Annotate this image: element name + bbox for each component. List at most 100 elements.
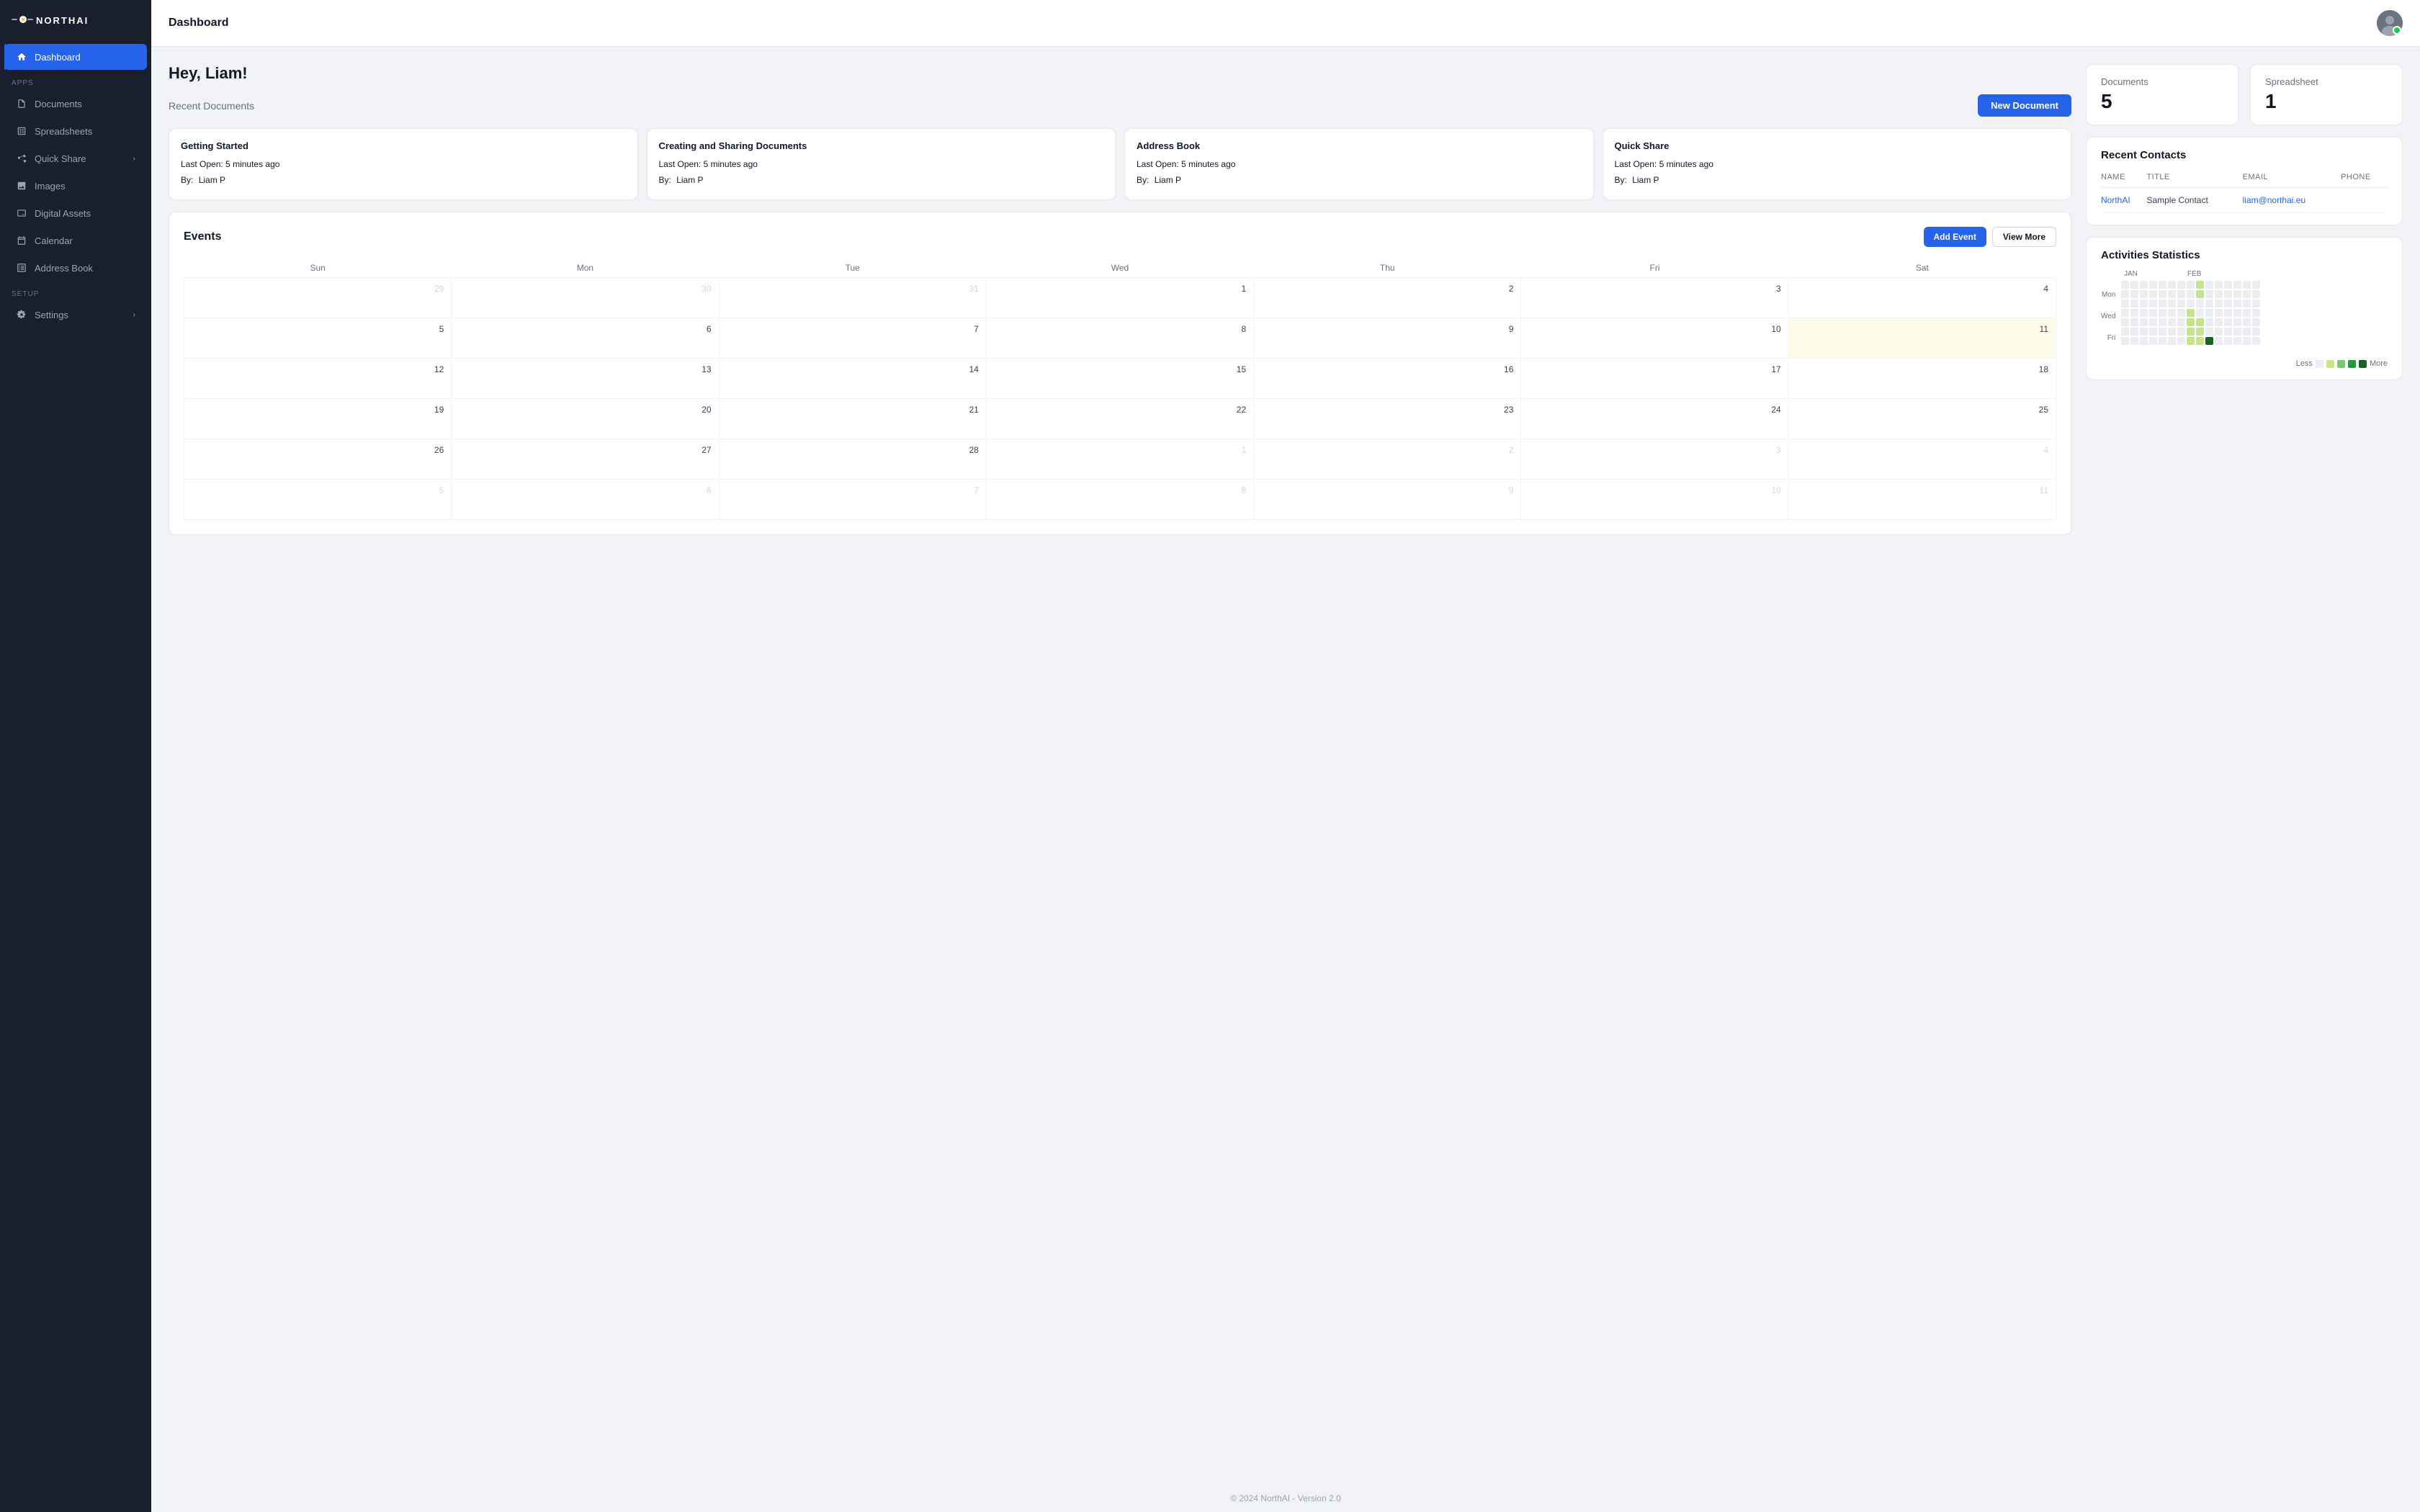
- cal-day[interactable]: 4: [1788, 278, 2056, 318]
- cal-day[interactable]: 6: [452, 318, 719, 359]
- cal-day[interactable]: 24: [1521, 399, 1788, 439]
- doc-card-meta: Last Open: 5 minutes ago By: Liam P: [1615, 157, 2060, 188]
- doc-card-0[interactable]: Getting Started Last Open: 5 minutes ago…: [169, 128, 638, 200]
- cal-day[interactable]: 15: [986, 359, 1253, 399]
- heatmap-cell: [2159, 309, 2166, 317]
- cal-day[interactable]: 28: [719, 439, 986, 480]
- cal-day[interactable]: 30: [452, 278, 719, 318]
- cal-day[interactable]: 7: [719, 318, 986, 359]
- cal-day[interactable]: 23: [1254, 399, 1521, 439]
- cal-day[interactable]: 8: [986, 480, 1253, 520]
- avatar[interactable]: [2377, 10, 2403, 36]
- cal-day[interactable]: 19: [184, 399, 452, 439]
- sidebar-item-address-book[interactable]: Address Book: [4, 255, 147, 281]
- cal-day[interactable]: 17: [1521, 359, 1788, 399]
- cal-day[interactable]: 16: [1254, 359, 1521, 399]
- contact-name-link[interactable]: NorthAI: [2101, 195, 2130, 205]
- heatmap-cell: [2224, 281, 2232, 289]
- heatmap-cell: [2168, 309, 2176, 317]
- heatmap-cell: [2177, 309, 2185, 317]
- by-value: Liam P: [1632, 175, 1659, 185]
- heatmap-cell: [2121, 318, 2129, 326]
- cal-day[interactable]: 1: [986, 278, 1253, 318]
- heatmap-cell: [2252, 318, 2260, 326]
- cal-day[interactable]: 10: [1521, 480, 1788, 520]
- cal-day[interactable]: 20: [452, 399, 719, 439]
- address-book-icon: [16, 262, 27, 274]
- cal-day[interactable]: 4: [1788, 439, 2056, 480]
- cal-day[interactable]: 26: [184, 439, 452, 480]
- sidebar-item-calendar[interactable]: Calendar: [4, 228, 147, 253]
- cal-day[interactable]: 6: [452, 480, 719, 520]
- doc-card-title: Creating and Sharing Documents: [659, 140, 1104, 151]
- cal-header-thu: Thu: [1254, 258, 1521, 278]
- cal-day[interactable]: 31: [719, 278, 986, 318]
- cal-day[interactable]: 9: [1254, 318, 1521, 359]
- new-document-button[interactable]: New Document: [1978, 94, 2071, 117]
- add-event-button[interactable]: Add Event: [1924, 227, 1986, 247]
- cal-day[interactable]: 18: [1788, 359, 2056, 399]
- contact-email-link[interactable]: liam@northai.eu: [2243, 195, 2306, 205]
- cal-day[interactable]: 29: [184, 278, 452, 318]
- cal-day[interactable]: 7: [719, 480, 986, 520]
- sidebar-item-quick-share[interactable]: Quick Share ›: [4, 145, 147, 171]
- cal-header-tue: Tue: [719, 258, 986, 278]
- cal-day[interactable]: 11: [1788, 318, 2056, 359]
- cal-day[interactable]: 8: [986, 318, 1253, 359]
- heatmap-cell: [2187, 318, 2195, 326]
- heatmap-cell: [2196, 300, 2204, 307]
- cal-day[interactable]: 10: [1521, 318, 1788, 359]
- cal-day[interactable]: 25: [1788, 399, 2056, 439]
- heatmap-cell: [2224, 318, 2232, 326]
- cal-day[interactable]: 11: [1788, 480, 2056, 520]
- cal-day[interactable]: 14: [719, 359, 986, 399]
- sidebar-item-label: Quick Share: [35, 153, 86, 164]
- sidebar-item-spreadsheets[interactable]: Spreadsheets: [4, 118, 147, 144]
- heatmap-cell: [2205, 309, 2213, 317]
- heatmap-grid: [2121, 281, 2260, 354]
- topbar: Dashboard: [151, 0, 2420, 47]
- doc-card-2[interactable]: Address Book Last Open: 5 minutes ago By…: [1124, 128, 1594, 200]
- legend-cell-1: [2326, 360, 2334, 368]
- cal-day[interactable]: 1: [986, 439, 1253, 480]
- cal-day[interactable]: 5: [184, 480, 452, 520]
- cal-day[interactable]: 9: [1254, 480, 1521, 520]
- cal-day[interactable]: 2: [1254, 278, 1521, 318]
- contact-phone: [2341, 188, 2388, 213]
- day-fri-label: Fri: [2101, 333, 2118, 343]
- sidebar-item-digital-assets[interactable]: Digital Assets: [4, 200, 147, 226]
- cal-day[interactable]: 22: [986, 399, 1253, 439]
- heatmap-col: [2121, 281, 2129, 354]
- sidebar-item-settings[interactable]: Settings ›: [4, 302, 147, 328]
- cal-day[interactable]: 13: [452, 359, 719, 399]
- doc-card-3[interactable]: Quick Share Last Open: 5 minutes ago By:…: [1603, 128, 2072, 200]
- heatmap-cell: [2243, 328, 2251, 336]
- cal-day[interactable]: 21: [719, 399, 986, 439]
- sidebar-item-dashboard[interactable]: Dashboard: [4, 44, 147, 70]
- heatmap-cell: [2140, 290, 2148, 298]
- doc-card-title: Getting Started: [181, 140, 626, 151]
- cal-day[interactable]: 27: [452, 439, 719, 480]
- heatmap-cell: [2168, 337, 2176, 345]
- contact-email[interactable]: liam@northai.eu: [2243, 188, 2341, 213]
- cal-day[interactable]: 5: [184, 318, 452, 359]
- cal-day[interactable]: 2: [1254, 439, 1521, 480]
- sidebar-item-images[interactable]: Images: [4, 173, 147, 199]
- heatmap-cell: [2243, 290, 2251, 298]
- greeting: Hey, Liam!: [169, 64, 2071, 83]
- heatmap-cell: [2205, 281, 2213, 289]
- heatmap-col: [2233, 281, 2241, 354]
- heatmap-cell: [2196, 328, 2204, 336]
- cal-day[interactable]: 3: [1521, 439, 1788, 480]
- cal-day[interactable]: 12: [184, 359, 452, 399]
- legend-less: Less: [2296, 359, 2313, 368]
- heatmap-cell: [2187, 290, 2195, 298]
- cal-day[interactable]: 3: [1521, 278, 1788, 318]
- sidebar-item-documents[interactable]: Documents: [4, 91, 147, 117]
- heatmap-cell: [2233, 290, 2241, 298]
- day-mon-label: Mon: [2101, 290, 2118, 300]
- view-more-button[interactable]: View More: [1992, 227, 2056, 247]
- heatmap-cell: [2140, 309, 2148, 317]
- contact-name[interactable]: NorthAI: [2101, 188, 2146, 213]
- doc-card-1[interactable]: Creating and Sharing Documents Last Open…: [647, 128, 1116, 200]
